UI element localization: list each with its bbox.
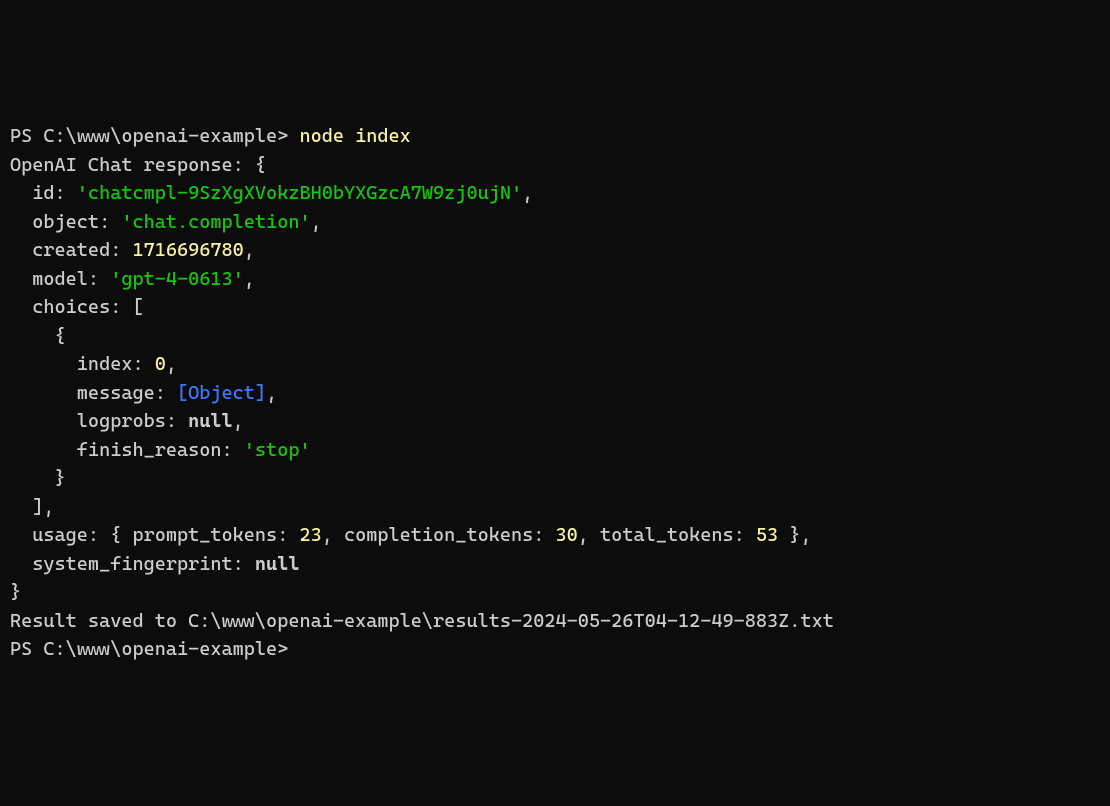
choice-brace-close: } <box>10 467 66 489</box>
index-comma: , <box>166 353 177 375</box>
created-key: created: <box>10 239 132 261</box>
message-key: message: <box>10 382 177 404</box>
logprobs-value: null <box>188 410 233 432</box>
output-object-line: object: 'chat.completion', <box>10 211 322 233</box>
id-key: id: <box>10 182 77 204</box>
model-key: model: <box>10 268 110 290</box>
usage-completion-tokens-value: 30 <box>556 524 578 546</box>
usage-close: }, <box>778 524 811 546</box>
model-value: 'gpt-4-0613' <box>110 268 244 290</box>
finish-reason-key: finish_reason: <box>10 439 244 461</box>
usage-total-tokens-key: , total_tokens: <box>578 524 756 546</box>
choices-close: ], <box>10 496 55 518</box>
output-id-line: id: 'chatcmpl-9SzXgXVokzBH0bYXGzcA7W9zj0… <box>10 182 533 204</box>
fingerprint-key: system_fingerprint: <box>10 553 255 575</box>
fingerprint-value: null <box>255 553 300 575</box>
output-message-line: message: [Object], <box>10 382 277 404</box>
result-saved-message: Result saved to C:\www\openai-example\re… <box>10 610 834 632</box>
object-key: object: <box>10 211 121 233</box>
output-response-open: OpenAI Chat response: { <box>10 154 266 176</box>
output-created-line: created: 1716696780, <box>10 239 255 261</box>
usage-prompt-tokens-key: usage: { prompt_tokens: <box>10 524 299 546</box>
terminal-output[interactable]: PS C:\www\openai-example> node index Ope… <box>10 122 1100 664</box>
output-finish-reason-line: finish_reason: 'stop' <box>10 439 311 461</box>
logprobs-key: logprobs: <box>10 410 188 432</box>
output-index-line: index: 0, <box>10 353 177 375</box>
finish-reason-value: 'stop' <box>244 439 311 461</box>
choices-open: choices: [ <box>10 296 144 318</box>
prompt-path: PS C:\www\openai-example> <box>10 125 299 147</box>
output-fingerprint-line: system_fingerprint: null <box>10 553 299 575</box>
response-close: } <box>10 581 21 603</box>
usage-prompt-tokens-value: 23 <box>299 524 321 546</box>
id-comma: , <box>522 182 533 204</box>
command-text: node index <box>299 125 410 147</box>
id-value: 'chatcmpl-9SzXgXVokzBH0bYXGzcA7W9zj0ujN' <box>77 182 522 204</box>
logprobs-comma: , <box>233 410 244 432</box>
message-comma: , <box>266 382 277 404</box>
object-comma: , <box>311 211 322 233</box>
model-comma: , <box>244 268 255 290</box>
index-key: index: <box>10 353 155 375</box>
output-usage-line: usage: { prompt_tokens: 23, completion_t… <box>10 524 812 546</box>
choice-brace-open: { <box>10 325 66 347</box>
message-value: [Object] <box>177 382 266 404</box>
prompt-line-2: PS C:\www\openai-example> <box>10 638 288 660</box>
output-model-line: model: 'gpt-4-0613', <box>10 268 255 290</box>
created-comma: , <box>244 239 255 261</box>
prompt-path-2: PS C:\www\openai-example> <box>10 638 288 660</box>
output-logprobs-line: logprobs: null, <box>10 410 244 432</box>
prompt-line-1: PS C:\www\openai-example> node index <box>10 125 411 147</box>
usage-completion-tokens-key: , completion_tokens: <box>322 524 556 546</box>
index-value: 0 <box>155 353 166 375</box>
object-value: 'chat.completion' <box>121 211 310 233</box>
created-value: 1716696780 <box>132 239 243 261</box>
usage-total-tokens-value: 53 <box>756 524 778 546</box>
